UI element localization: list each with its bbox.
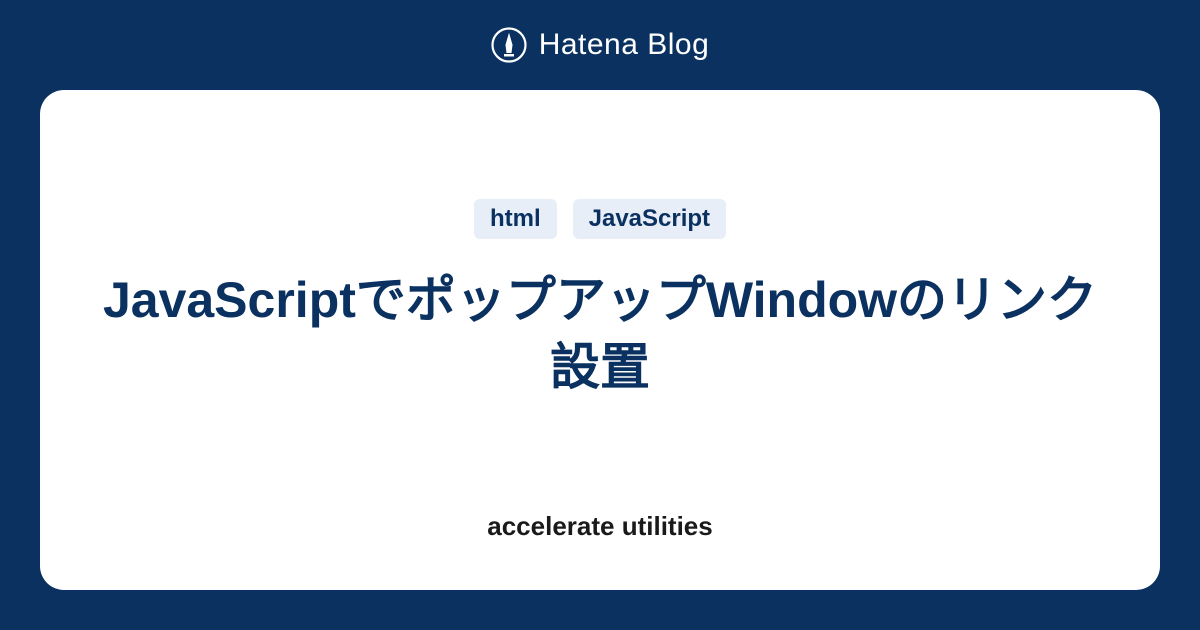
header: Hatena Blog bbox=[0, 0, 1200, 90]
article-title: JavaScriptでポップアップWindowのリンク設置 bbox=[100, 267, 1100, 402]
tags-container: html JavaScript bbox=[474, 199, 726, 239]
card-wrapper: html JavaScript JavaScriptでポップアップWindowの… bbox=[0, 90, 1200, 630]
blog-name: accelerate utilities bbox=[487, 511, 712, 542]
tag-html[interactable]: html bbox=[474, 199, 557, 239]
tag-javascript[interactable]: JavaScript bbox=[573, 199, 726, 239]
brand-text: Hatena Blog bbox=[539, 28, 710, 62]
content-card: html JavaScript JavaScriptでポップアップWindowの… bbox=[40, 90, 1160, 590]
hatena-logo-icon bbox=[491, 27, 527, 63]
